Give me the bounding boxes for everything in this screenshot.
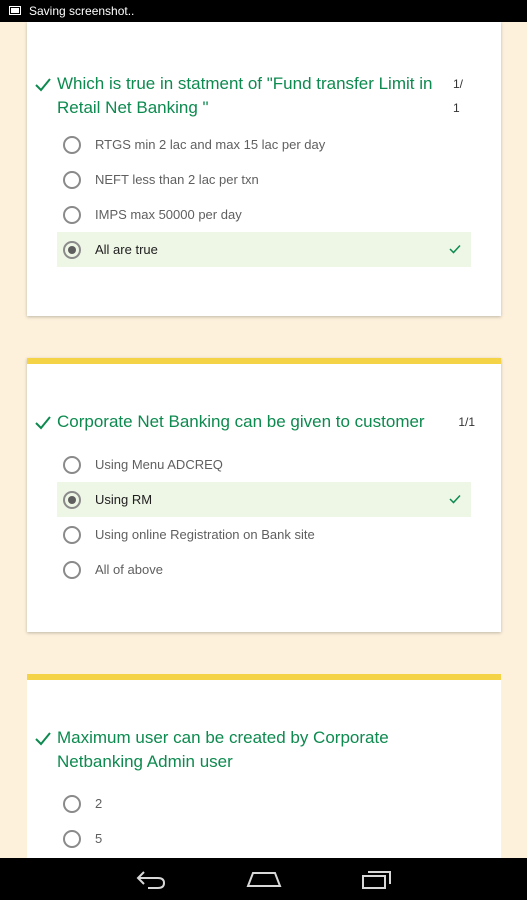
question-title: Maximum user can be created by Corporate…	[57, 728, 389, 771]
radio-button-selected[interactable]	[63, 240, 81, 259]
status-text: Saving screenshot..	[29, 4, 135, 18]
option-label: All of above	[95, 562, 163, 577]
correct-check-icon	[449, 244, 461, 254]
navigation-bar	[0, 858, 527, 900]
option-label: Using Menu ADCREQ	[95, 457, 223, 472]
question-score: 1/1	[458, 415, 475, 429]
question-card-2: Corporate Net Banking can be given to cu…	[27, 358, 501, 632]
correct-check-icon	[449, 494, 461, 504]
recent-apps-icon[interactable]	[361, 868, 393, 890]
option-using-rm[interactable]: Using RM	[57, 482, 471, 517]
option-rtgs[interactable]: RTGS min 2 lac and max 15 lac per day	[57, 127, 471, 162]
screenshot-icon	[9, 6, 21, 15]
question-title-row: Maximum user can be created by Corporate…	[33, 726, 487, 774]
option-all-of-above[interactable]: All of above	[57, 552, 471, 587]
option-menu-adcreq[interactable]: Using Menu ADCREQ	[57, 447, 471, 482]
option-2[interactable]: 2	[57, 786, 471, 821]
home-icon[interactable]	[246, 868, 282, 890]
check-icon	[35, 78, 51, 92]
radio-button[interactable]	[63, 794, 81, 813]
score-top: 1/	[453, 77, 464, 91]
radio-button[interactable]	[63, 205, 81, 224]
question-card-1: Which is true in statment of "Fund trans…	[27, 22, 501, 316]
option-label: Using online Registration on Bank site	[95, 527, 315, 542]
radio-button[interactable]	[63, 560, 81, 579]
question-title: Which is true in statment of "Fund trans…	[57, 74, 433, 117]
radio-button[interactable]	[63, 525, 81, 544]
option-label: Using RM	[95, 492, 153, 507]
option-label: NEFT less than 2 lac per txn	[95, 172, 259, 187]
status-bar: Saving screenshot..	[0, 0, 527, 22]
option-5[interactable]: 5	[57, 821, 471, 856]
option-label: 2	[95, 796, 103, 811]
question-title-row: Which is true in statment of "Fund trans…	[33, 72, 487, 120]
option-all-true[interactable]: All are true	[57, 232, 471, 267]
radio-button-selected[interactable]	[63, 490, 81, 509]
check-icon	[35, 732, 51, 746]
question-score: 1/ 1	[453, 72, 475, 120]
score-bottom: 1	[453, 101, 460, 115]
option-label: 5	[95, 831, 103, 846]
option-label: RTGS min 2 lac and max 15 lac per day	[95, 137, 326, 152]
radio-button[interactable]	[63, 455, 81, 474]
radio-button[interactable]	[63, 829, 81, 848]
option-label: All are true	[95, 242, 158, 257]
radio-button[interactable]	[63, 170, 81, 189]
back-icon[interactable]	[134, 868, 168, 890]
question-card-3: Maximum user can be created by Corporate…	[27, 674, 501, 858]
option-neft[interactable]: NEFT less than 2 lac per txn	[57, 162, 471, 197]
option-label: IMPS max 50000 per day	[95, 207, 242, 222]
question-title-row: Corporate Net Banking can be given to cu…	[33, 410, 487, 434]
option-online-registration[interactable]: Using online Registration on Bank site	[57, 517, 471, 552]
question-title: Corporate Net Banking can be given to cu…	[57, 412, 425, 431]
option-imps[interactable]: IMPS max 50000 per day	[57, 197, 471, 232]
check-icon	[35, 416, 51, 430]
radio-button[interactable]	[63, 135, 81, 154]
